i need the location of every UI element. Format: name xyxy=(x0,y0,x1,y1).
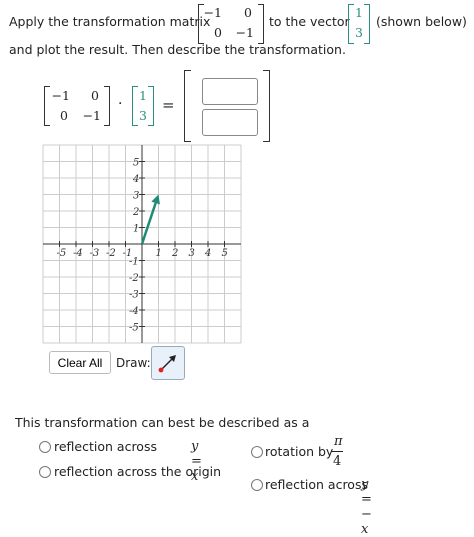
prompt-text-3: (shown below) xyxy=(376,14,467,29)
option-2-label: reflection across the origin xyxy=(54,464,222,479)
radio-option-4[interactable] xyxy=(251,479,263,491)
y-tick-label: -5 xyxy=(129,323,139,334)
option-3-numerator: π xyxy=(334,434,343,449)
vector-left-bracket xyxy=(348,4,354,44)
y-tick-label: -2 xyxy=(129,273,139,284)
answer-input-top[interactable] xyxy=(202,78,258,105)
option-3-label: rotation by xyxy=(265,444,334,459)
coordinate-graph[interactable]: -5 -4 -3 -2 -1 1 2 3 4 554321-1-2-3-4-5 xyxy=(35,143,247,345)
answer-vector xyxy=(184,70,270,142)
y-tick-label: 2 xyxy=(132,207,139,218)
x-tick-label: 3 xyxy=(189,248,195,259)
prompt-text-1: Apply the transformation matrix xyxy=(9,14,211,29)
option-1-label: reflection across xyxy=(54,439,157,454)
matrix-b: 0 xyxy=(244,5,252,20)
y-tick-label: 3 xyxy=(133,191,139,202)
option-4-label: reflection across xyxy=(265,477,368,492)
vector-y: 3 xyxy=(355,25,363,40)
question-text: This transformation can best be describe… xyxy=(15,415,310,430)
answer-input-bottom[interactable] xyxy=(202,109,258,136)
eq-matrix-b: 0 xyxy=(91,88,99,103)
vector: 1 3 xyxy=(348,4,370,44)
radio-option-1[interactable] xyxy=(39,441,51,453)
dot-operator: · xyxy=(118,96,123,112)
vector-arrow-shaft xyxy=(140,202,157,245)
eq-matrix-c: 0 xyxy=(60,108,68,123)
y-tick-label: 5 xyxy=(133,158,139,169)
option-4-math: y = − x xyxy=(361,477,372,537)
vector-x: 1 xyxy=(355,5,363,20)
answer-left-bracket xyxy=(184,70,191,142)
prompt-text-line2: and plot the result. Then describe the t… xyxy=(9,42,346,57)
matrix-d: −1 xyxy=(235,25,254,40)
x-tick-label: 5 xyxy=(222,248,228,259)
eq-vector-x: 1 xyxy=(139,88,147,103)
draw-label: Draw: xyxy=(116,356,151,370)
matrix-a: −1 xyxy=(203,5,222,20)
eq-matrix-right-bracket xyxy=(104,86,110,126)
matrix-c: 0 xyxy=(214,25,222,40)
answer-right-bracket xyxy=(263,70,270,142)
y-tick-label: -1 xyxy=(129,257,139,268)
vector-arrow-head xyxy=(151,194,160,205)
vector-right-bracket xyxy=(364,4,370,44)
option-3-denominator: 4 xyxy=(333,454,342,469)
clear-all-button[interactable]: Clear All xyxy=(49,351,111,374)
draw-vector-tool-button[interactable] xyxy=(151,346,185,380)
x-tick-label: -4 xyxy=(73,248,83,259)
y-tick-label: 4 xyxy=(132,174,139,185)
radio-option-2[interactable] xyxy=(39,466,51,478)
vector-arrow xyxy=(140,194,160,245)
radio-option-3[interactable] xyxy=(251,446,263,458)
y-tick-label: -3 xyxy=(129,290,139,301)
eq-matrix-a: −1 xyxy=(51,88,70,103)
matrix-right-bracket xyxy=(258,4,264,44)
x-tick-label: 2 xyxy=(171,248,178,259)
x-tick-label: 4 xyxy=(204,248,211,259)
eq-matrix-left-bracket xyxy=(44,86,50,126)
prompt-text-2: to the vector xyxy=(269,14,350,29)
eq-vector-y: 3 xyxy=(139,108,147,123)
vector-draw-icon xyxy=(158,355,176,373)
equation-vector: 1 3 xyxy=(132,86,154,126)
eq-vector-left-bracket xyxy=(132,86,138,126)
equals-sign: = xyxy=(162,96,175,114)
x-tick-label: 1 xyxy=(156,248,162,259)
x-tick-label: -3 xyxy=(90,248,100,259)
fraction-bar xyxy=(331,451,343,452)
x-tick-label: -2 xyxy=(106,248,116,259)
y-tick-label: -4 xyxy=(129,306,139,317)
eq-matrix-d: −1 xyxy=(82,108,101,123)
eq-vector-right-bracket xyxy=(148,86,154,126)
x-tick-label: -5 xyxy=(57,248,67,259)
y-tick-label: 1 xyxy=(133,224,139,235)
equation-matrix: −1 0 0 −1 xyxy=(44,86,110,126)
transformation-matrix: −1 0 0 −1 xyxy=(198,4,264,44)
